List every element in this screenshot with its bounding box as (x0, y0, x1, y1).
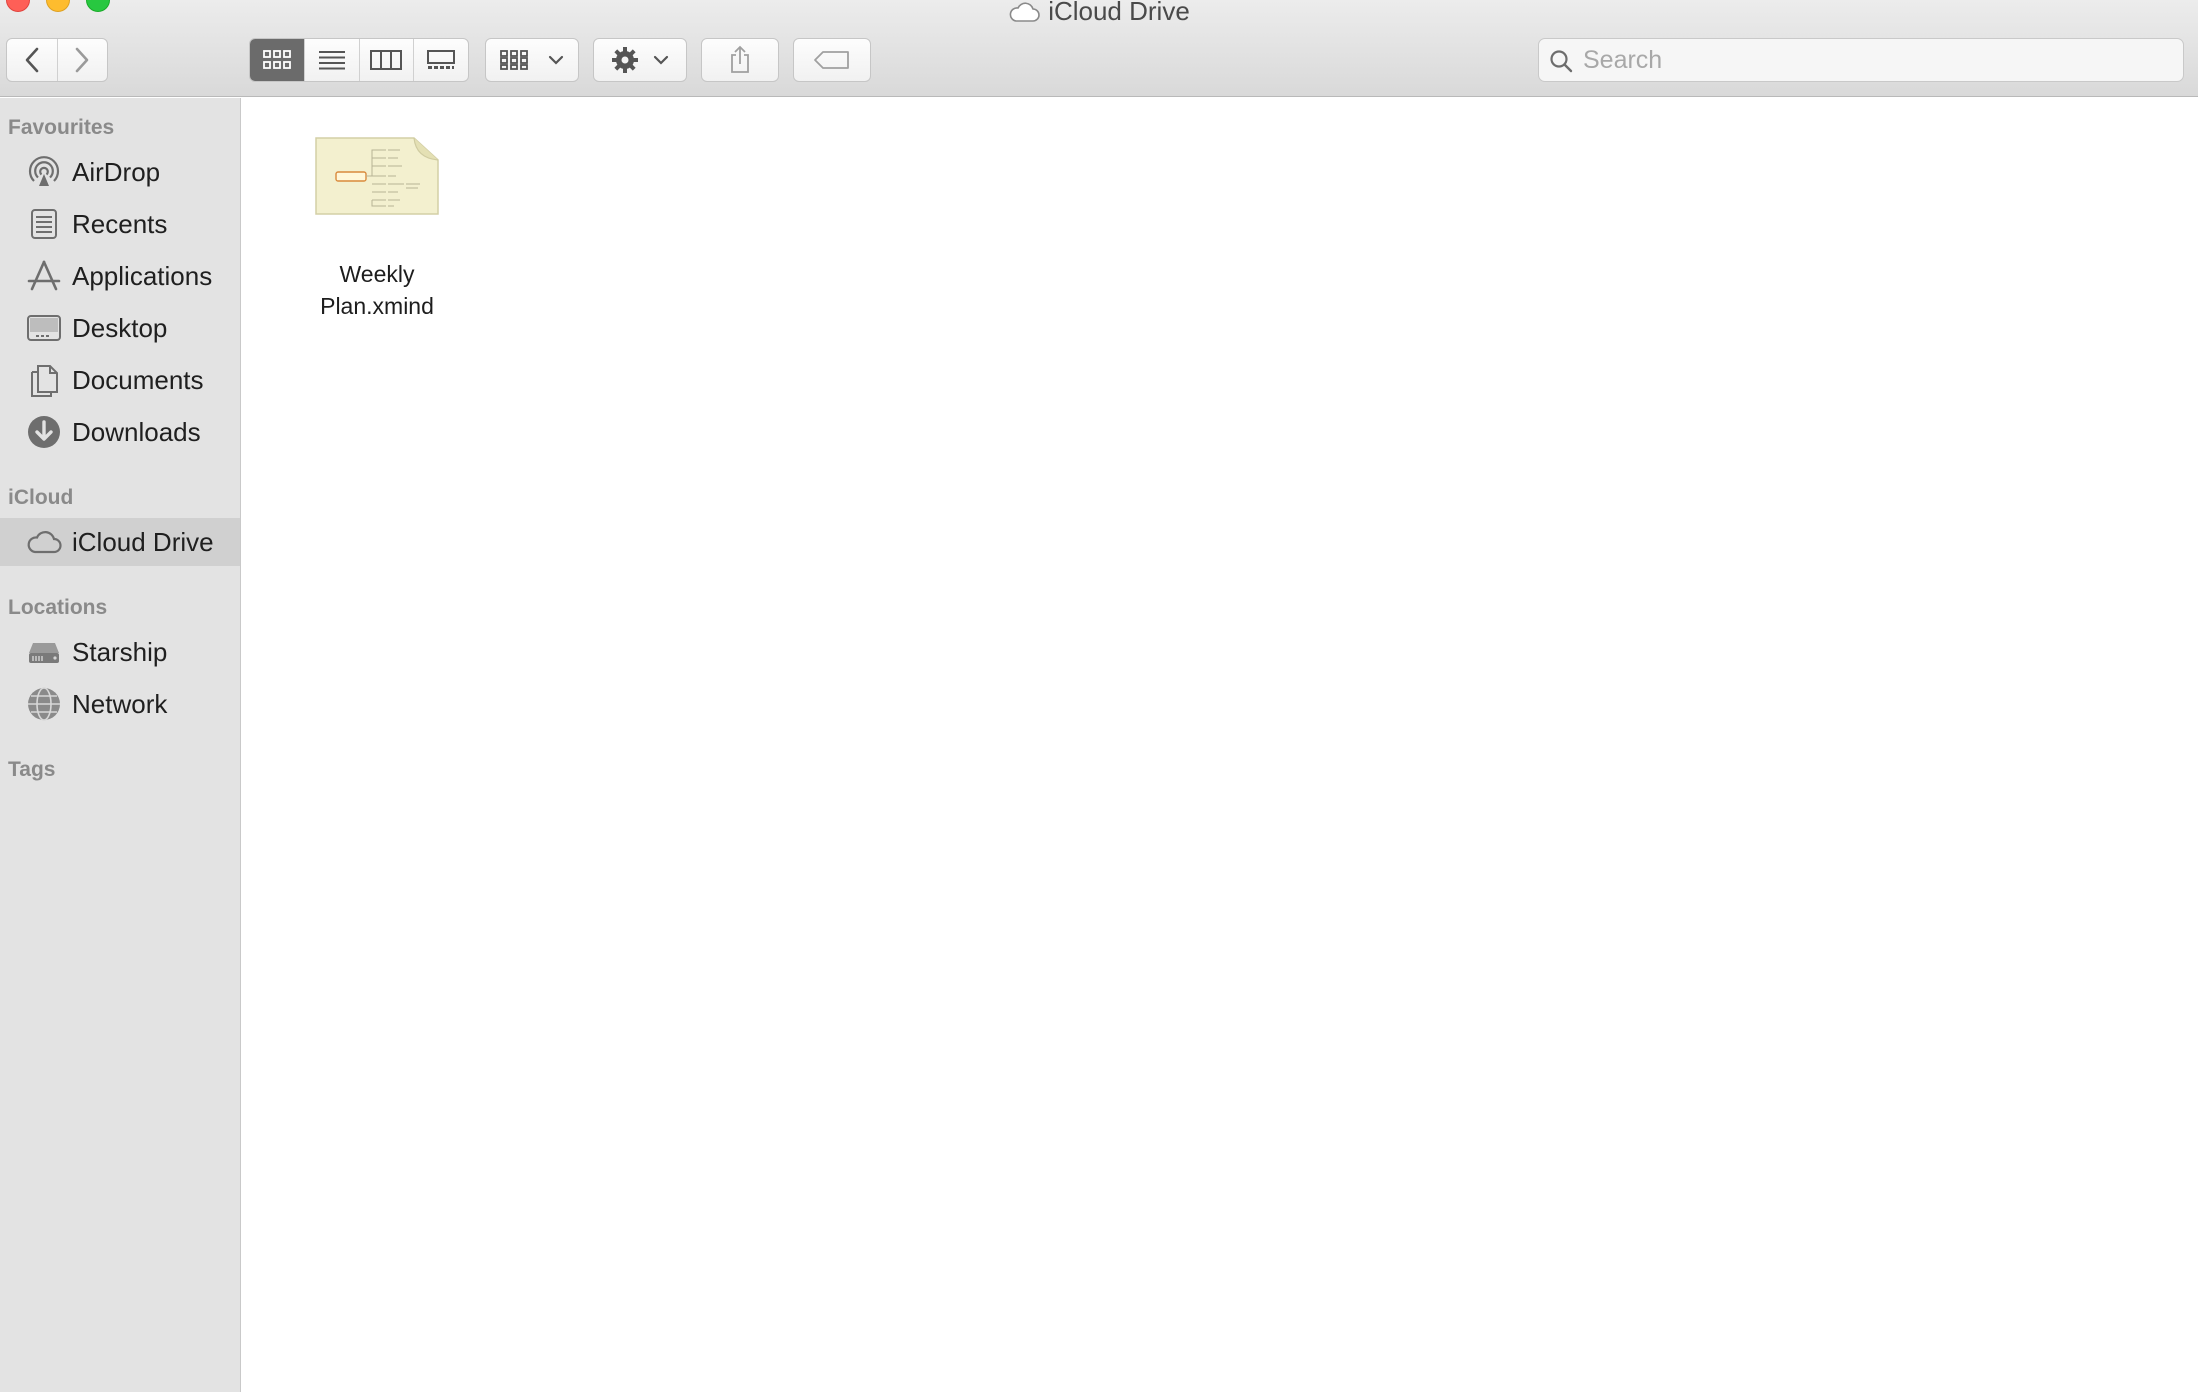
hard-drive-icon (26, 634, 62, 670)
file-name: Weekly Plan.xmind (287, 258, 467, 322)
sidebar-item-desktop[interactable]: Desktop (0, 304, 240, 352)
documents-icon (26, 362, 62, 398)
tags-header: Tags (8, 758, 56, 781)
sidebar-item-airdrop[interactable]: AirDrop (0, 148, 240, 196)
sidebar-item-label: Starship (72, 636, 168, 667)
toolbar: iCloud Drive (0, 0, 2198, 97)
gallery-view-icon (427, 50, 456, 69)
window-title-text: iCloud Drive (1048, 0, 1190, 26)
downloads-icon (26, 414, 62, 450)
search-icon (1550, 50, 1573, 73)
search-input[interactable] (1583, 45, 2183, 75)
group-by-button[interactable] (485, 38, 579, 82)
group-by-icon (500, 50, 528, 70)
sidebar-item-documents[interactable]: Documents (0, 356, 240, 404)
sidebar-item-recents[interactable]: Recents (0, 200, 240, 248)
navigation-buttons (6, 38, 108, 82)
sidebar-item-label: Network (72, 688, 168, 719)
applications-icon (26, 258, 62, 294)
sidebar-item-applications[interactable]: Applications (0, 252, 240, 300)
sidebar-item-network[interactable]: Network (0, 680, 240, 728)
sidebar: Favourites AirDrop Recents Applications … (0, 98, 241, 1392)
xmind-file-icon (315, 137, 439, 215)
back-button[interactable] (7, 39, 57, 81)
view-mode-control (249, 38, 469, 82)
icloud-header: iCloud (8, 486, 74, 509)
sidebar-item-label: iCloud Drive (72, 526, 214, 557)
list-view-icon (318, 51, 345, 70)
share-icon (731, 45, 749, 73)
search-field[interactable] (1538, 38, 2184, 82)
desktop-icon (26, 310, 62, 346)
column-view-icon (370, 50, 403, 70)
chevron-down-icon (548, 55, 564, 65)
sidebar-item-label: AirDrop (72, 156, 161, 187)
favourites-header: Favourites (8, 116, 115, 139)
sidebar-item-label: Downloads (72, 416, 201, 447)
share-button[interactable] (701, 38, 779, 82)
locations-header: Locations (8, 596, 108, 619)
column-view-button[interactable] (358, 39, 414, 81)
file-browser-content: Weekly Plan.xmind (242, 98, 2198, 1392)
gallery-view-button[interactable] (413, 39, 468, 81)
window-title: iCloud Drive (0, 0, 2198, 27)
network-globe-icon (26, 686, 62, 722)
sidebar-item-label: Applications (72, 260, 213, 291)
chevron-right-icon (75, 47, 89, 73)
chevron-down-icon (653, 55, 669, 65)
cloud-icon (1009, 1, 1040, 22)
sidebar-item-downloads[interactable]: Downloads (0, 408, 240, 456)
forward-button[interactable] (56, 39, 108, 81)
sidebar-item-label: Desktop (72, 312, 168, 343)
recents-icon (26, 206, 62, 242)
gear-icon (612, 47, 638, 73)
action-menu-button[interactable] (593, 38, 687, 82)
cloud-icon (26, 524, 62, 560)
chevron-left-icon (25, 47, 39, 73)
sidebar-item-label: Documents (72, 364, 204, 395)
icon-view-button[interactable] (250, 39, 304, 81)
list-view-button[interactable] (303, 39, 359, 81)
sidebar-item-starship[interactable]: Starship (0, 628, 240, 676)
airdrop-icon (26, 154, 62, 190)
file-item[interactable]: Weekly Plan.xmind (287, 136, 467, 322)
file-name-line: Plan.xmind (320, 293, 434, 319)
sidebar-item-icloud-drive[interactable]: iCloud Drive (0, 518, 240, 566)
tag-icon (814, 51, 849, 69)
sidebar-item-label: Recents (72, 208, 168, 239)
file-name-line: Weekly (339, 261, 415, 287)
icon-view-icon (262, 50, 291, 69)
edit-tags-button[interactable] (793, 38, 871, 82)
